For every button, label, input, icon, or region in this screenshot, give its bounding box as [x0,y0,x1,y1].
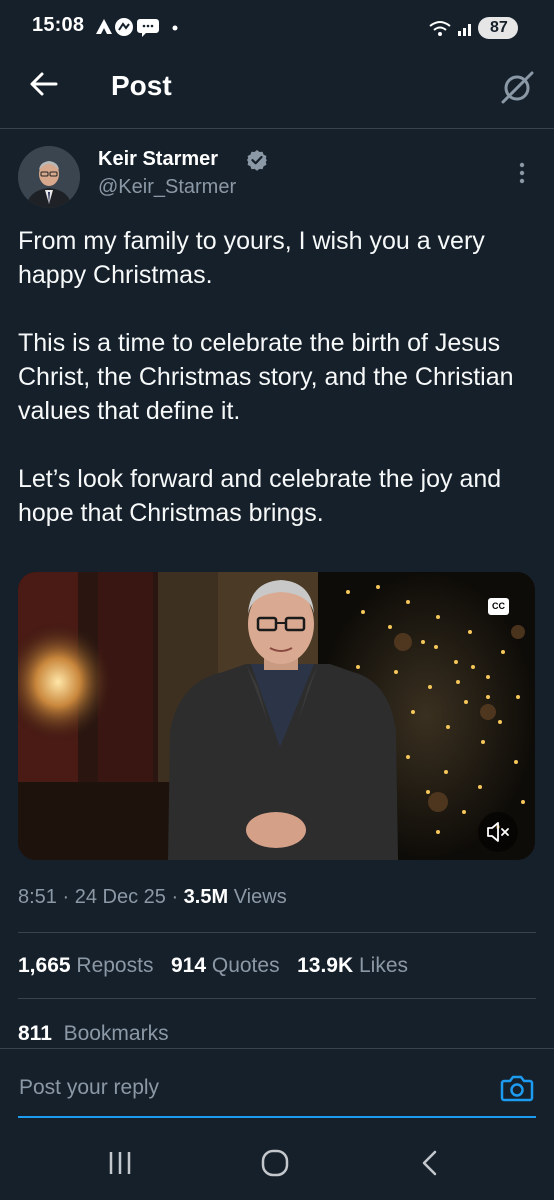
status-time: 15:08 [32,14,85,36]
likes-stat[interactable]: 13.9K Likes [297,954,408,977]
bookmarks-count: 811 [18,1022,52,1045]
camera-icon[interactable] [500,1072,534,1104]
mute-button[interactable] [478,812,518,852]
post-paragraph: Let’s look forward and celebrate the joy… [18,465,502,527]
quotes-label: Quotes [211,954,280,977]
post-date: 24 Dec 25 [74,886,166,908]
reposts-stat[interactable]: 1,665 Reposts [18,954,153,977]
volume-muted-icon [487,822,509,842]
likes-count: 13.9K [297,954,354,977]
post-time: 8:51 [18,886,57,908]
separator: · [165,886,184,908]
quotes-stat[interactable]: 914 Quotes [171,954,280,977]
bookmarks-label: Bookmarks [63,1022,169,1045]
back-arrow-icon[interactable] [28,68,60,100]
views-label: Views [233,886,287,908]
video-player[interactable] [18,572,535,860]
post-text: From my family to yours, I wish you a ve… [18,224,538,564]
notification-icons [96,18,178,37]
author-handle[interactable]: @Keir_Starmer [98,176,236,199]
reposts-count: 1,665 [18,954,71,977]
separator: · [56,886,75,908]
avatar[interactable] [18,146,80,208]
reply-input-underline [18,1116,536,1118]
home-icon[interactable] [260,1148,290,1178]
author-name[interactable]: Keir Starmer [98,148,218,171]
post-paragraph: This is a time to celebrate the birth of… [18,329,514,425]
likes-label: Likes [358,954,409,977]
recent-apps-icon[interactable] [106,1150,134,1176]
top-app-bar [0,56,554,129]
grok-icon[interactable] [498,68,536,106]
battery-level: 87 [490,19,508,36]
views-count: 3.5M [183,886,229,908]
reply-input[interactable]: Post your reply [19,1076,159,1100]
back-nav-icon[interactable] [418,1150,442,1176]
page-title: Post [111,70,172,101]
divider [18,932,536,933]
engagement-stats: 1,665 Reposts 914 Quotes 13.9K Likes [18,954,408,978]
reposts-label: Reposts [76,954,154,977]
post-meta: 8:51 · 24 Dec 25 · 3.5M Views [18,886,287,909]
verified-badge-icon [247,150,267,171]
quotes-count: 914 [170,954,207,977]
more-options-icon[interactable] [512,160,532,186]
bookmarks-stat[interactable]: 811 Bookmarks [18,1022,169,1046]
post-paragraph: From my family to yours, I wish you a ve… [18,227,485,289]
wifi-signal-icon [429,21,471,36]
divider [18,998,536,999]
closed-captions-button[interactable]: CC [488,598,509,615]
battery-icon: 87 [478,17,518,39]
video-thumbnail [18,572,535,860]
